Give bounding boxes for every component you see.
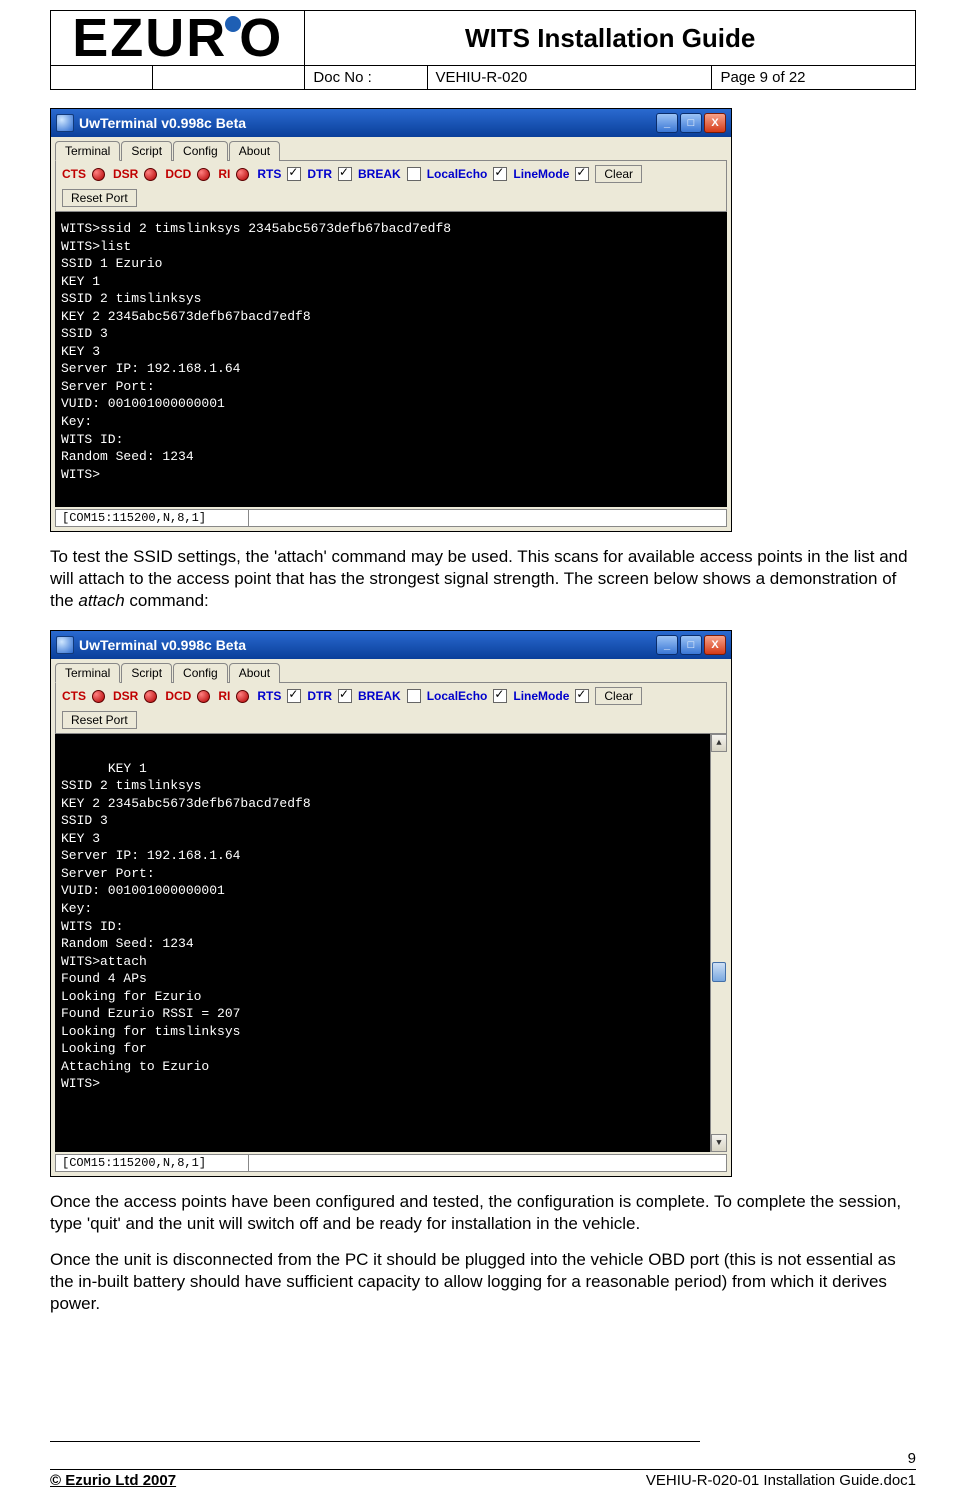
led-icon	[92, 690, 105, 703]
clear-button[interactable]: Clear	[595, 165, 642, 183]
page-info: Page 9 of 22	[712, 66, 916, 90]
reset-port-button[interactable]: Reset Port	[62, 189, 137, 207]
logo-cell: EZURO	[51, 11, 305, 66]
logo-dot-icon	[225, 16, 241, 32]
led-icon	[144, 690, 157, 703]
led-rts: RTS	[257, 167, 281, 181]
led-icon	[236, 690, 249, 703]
led-rts: RTS	[257, 689, 281, 703]
led-localecho: LocalEcho	[427, 167, 488, 181]
titlebar[interactable]: UwTerminal v0.998c Beta _ □ X	[51, 631, 731, 659]
status-bar: [COM15:115200,N,8,1]	[55, 1154, 727, 1172]
reset-port-button[interactable]: Reset Port	[62, 711, 137, 729]
page: EZURO WITS Installation Guide Doc No : V…	[0, 0, 966, 1509]
window-title: UwTerminal v0.998c Beta	[79, 637, 654, 653]
led-dcd: DCD	[165, 167, 191, 181]
linemode-checkbox[interactable]	[575, 167, 589, 181]
paragraph-obd: Once the unit is disconnected from the P…	[50, 1249, 916, 1315]
doc-no-label: Doc No :	[305, 66, 427, 90]
dtr-checkbox[interactable]	[338, 689, 352, 703]
tab-config[interactable]: Config	[173, 663, 228, 683]
app-icon	[56, 636, 74, 654]
clear-button[interactable]: Clear	[595, 687, 642, 705]
footer-docfile: VEHIU-R-020-01 Installation Guide.doc1	[646, 1472, 916, 1489]
close-button[interactable]: X	[704, 113, 726, 133]
led-linemode: LineMode	[513, 167, 569, 181]
tab-script[interactable]: Script	[121, 663, 172, 683]
terminal-window-1: UwTerminal v0.998c Beta _ □ X Terminal S…	[50, 108, 732, 532]
paragraph-attach-intro: To test the SSID settings, the 'attach' …	[50, 546, 916, 612]
led-ri: RI	[218, 167, 230, 181]
led-localecho: LocalEcho	[427, 689, 488, 703]
scroll-thumb[interactable]	[712, 962, 726, 982]
toolbar: CTS DSR DCD RI RTS DTR BREAK LocalEcho L…	[55, 160, 727, 212]
led-linemode: LineMode	[513, 689, 569, 703]
logo: EZURO	[72, 8, 283, 68]
window-title: UwTerminal v0.998c Beta	[79, 115, 654, 131]
minimize-button[interactable]: _	[656, 635, 678, 655]
terminal-output[interactable]: WITS>ssid 2 timslinksys 2345abc5673defb6…	[55, 212, 727, 507]
tab-about[interactable]: About	[229, 663, 280, 683]
localecho-checkbox[interactable]	[493, 167, 507, 181]
minimize-button[interactable]: _	[656, 113, 678, 133]
status-blank	[249, 509, 727, 527]
status-blank	[249, 1154, 727, 1172]
led-dsr: DSR	[113, 167, 138, 181]
document-title: WITS Installation Guide	[305, 11, 916, 66]
doc-no-value: VEHIU-R-020	[427, 66, 712, 90]
scroll-down-icon[interactable]: ▼	[711, 1134, 727, 1152]
led-icon	[144, 168, 157, 181]
led-ri: RI	[218, 689, 230, 703]
linemode-checkbox[interactable]	[575, 689, 589, 703]
maximize-button[interactable]: □	[680, 113, 702, 133]
break-checkbox[interactable]	[407, 167, 421, 181]
tab-config[interactable]: Config	[173, 141, 228, 161]
app-icon	[56, 114, 74, 132]
tabs: Terminal Script Config About	[51, 137, 731, 160]
status-bar: [COM15:115200,N,8,1]	[55, 509, 727, 527]
scrollbar[interactable]: ▲ ▼	[710, 734, 727, 1152]
scroll-track[interactable]	[711, 752, 727, 1134]
led-break: BREAK	[358, 167, 401, 181]
titlebar[interactable]: UwTerminal v0.998c Beta _ □ X	[51, 109, 731, 137]
tab-terminal[interactable]: Terminal	[55, 663, 120, 683]
led-icon	[236, 168, 249, 181]
maximize-button[interactable]: □	[680, 635, 702, 655]
led-dtr: DTR	[307, 689, 332, 703]
led-icon	[197, 690, 210, 703]
tabs: Terminal Script Config About	[51, 659, 731, 682]
paragraph-quit: Once the access points have been configu…	[50, 1191, 916, 1235]
status-port: [COM15:115200,N,8,1]	[55, 1154, 249, 1172]
tab-terminal[interactable]: Terminal	[55, 141, 120, 161]
led-icon	[197, 168, 210, 181]
led-cts: CTS	[62, 689, 86, 703]
led-dsr: DSR	[113, 689, 138, 703]
footer-copyright: © Ezurio Ltd 2007	[50, 1472, 176, 1489]
localecho-checkbox[interactable]	[493, 689, 507, 703]
terminal-window-2: UwTerminal v0.998c Beta _ □ X Terminal S…	[50, 630, 732, 1177]
rts-checkbox[interactable]	[287, 167, 301, 181]
status-port: [COM15:115200,N,8,1]	[55, 509, 249, 527]
close-button[interactable]: X	[704, 635, 726, 655]
scroll-up-icon[interactable]: ▲	[711, 734, 727, 752]
footer: 9 © Ezurio Ltd 2007 VEHIU-R-020-01 Insta…	[50, 1441, 916, 1489]
led-break: BREAK	[358, 689, 401, 703]
led-cts: CTS	[62, 167, 86, 181]
dtr-checkbox[interactable]	[338, 167, 352, 181]
rts-checkbox[interactable]	[287, 689, 301, 703]
led-dtr: DTR	[307, 167, 332, 181]
header-table: EZURO WITS Installation Guide Doc No : V…	[50, 10, 916, 90]
tab-about[interactable]: About	[229, 141, 280, 161]
toolbar: CTS DSR DCD RI RTS DTR BREAK LocalEcho L…	[55, 682, 727, 734]
led-dcd: DCD	[165, 689, 191, 703]
footer-page-num: 9	[50, 1450, 916, 1467]
tab-script[interactable]: Script	[121, 141, 172, 161]
terminal-output[interactable]: KEY 1 SSID 2 timslinksys KEY 2 2345abc56…	[55, 734, 727, 1152]
break-checkbox[interactable]	[407, 689, 421, 703]
led-icon	[92, 168, 105, 181]
